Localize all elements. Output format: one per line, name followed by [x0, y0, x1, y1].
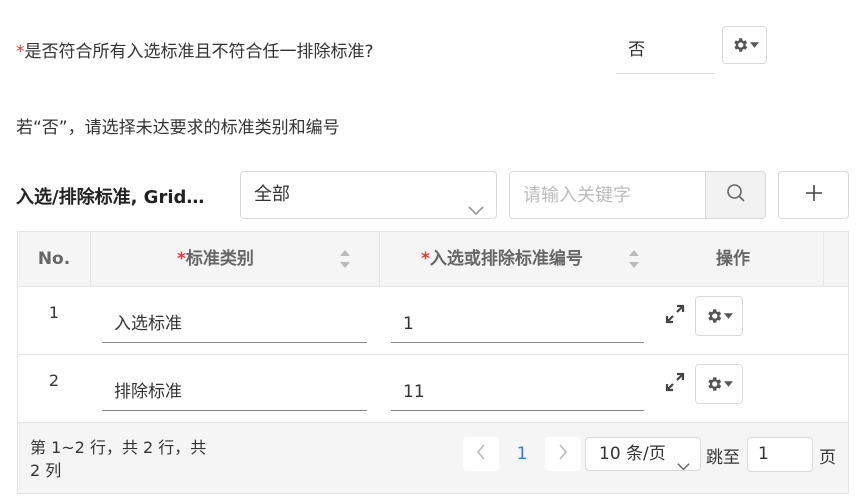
chevron-left-icon — [476, 444, 486, 464]
required-mark: * — [421, 249, 430, 269]
grid-title: 入选/排除标准, Grid… — [16, 187, 205, 208]
pagination-summary: 第 1~2 行，共 2 行，共 2 列 — [30, 438, 207, 480]
jump-page-input[interactable]: 1 — [747, 437, 813, 472]
next-page-button[interactable] — [545, 437, 581, 471]
search-input[interactable] — [510, 172, 706, 218]
row-number: 1 — [48, 303, 60, 322]
expand-icon[interactable] — [664, 303, 686, 329]
page-size-value: 10 条/页 — [599, 444, 666, 464]
expand-icon[interactable] — [664, 371, 686, 397]
gear-icon — [705, 375, 723, 393]
code-input[interactable]: 11 — [391, 371, 644, 411]
caret-down-icon — [749, 42, 759, 48]
pagination-bar: 第 1~2 行，共 2 行，共 2 列 1 10 条/页 跳至 1 页 — [18, 423, 848, 493]
caret-down-icon — [724, 381, 733, 387]
table-row: 2 排除标准 11 — [18, 355, 848, 423]
sort-icon[interactable] — [627, 248, 641, 274]
row-settings-button[interactable] — [695, 296, 743, 336]
question-answer-select[interactable]: 否 — [616, 32, 714, 74]
table-header: No. *标准类别 *入选或排除标准编号 操作 — [18, 232, 848, 287]
hint-text: 若“否”，请选择未达要求的标准类别和编号 — [16, 118, 340, 138]
add-row-button[interactable] — [778, 171, 849, 219]
column-header-category-label: 标准类别 — [185, 249, 254, 269]
chevron-down-icon — [677, 450, 690, 482]
gear-icon — [705, 307, 723, 325]
required-mark: * — [16, 42, 25, 62]
required-mark: * — [177, 249, 186, 269]
filter-select[interactable]: 全部 — [240, 171, 497, 219]
sort-icon[interactable] — [338, 248, 352, 274]
search-box — [509, 171, 766, 219]
category-select[interactable]: 入选标准 — [102, 303, 367, 343]
column-header-no: No. — [37, 249, 71, 269]
plus-icon — [804, 183, 824, 207]
column-header-category[interactable]: *标准类别 — [177, 232, 254, 286]
row-settings-button[interactable] — [695, 364, 743, 404]
column-header-code-label: 入选或排除标准编号 — [429, 249, 583, 269]
jump-unit: 页 — [819, 448, 836, 468]
chevron-down-icon — [468, 188, 484, 234]
column-header-actions: 操作 — [716, 249, 750, 269]
chevron-right-icon — [558, 444, 568, 464]
category-select[interactable]: 排除标准 — [102, 371, 367, 411]
gear-icon — [731, 36, 749, 54]
column-divider — [90, 232, 91, 287]
row-number: 2 — [48, 371, 60, 390]
criteria-table: No. *标准类别 *入选或排除标准编号 操作 1 入选标准 1 2 排除标准 … — [17, 231, 849, 494]
filter-select-value: 全部 — [254, 184, 290, 205]
caret-down-icon — [724, 313, 733, 319]
code-input[interactable]: 1 — [391, 303, 644, 343]
column-divider — [379, 232, 380, 287]
question-settings-button[interactable] — [722, 26, 767, 64]
current-page[interactable]: 1 — [504, 437, 540, 471]
prev-page-button[interactable] — [463, 437, 499, 471]
question-label: *是否符合所有入选标准且不符合任一排除标准? — [16, 37, 374, 62]
column-header-code[interactable]: *入选或排除标准编号 — [421, 232, 583, 286]
page-size-select[interactable]: 10 条/页 — [585, 437, 701, 471]
jump-label: 跳至 — [706, 448, 740, 468]
search-button[interactable] — [705, 172, 765, 218]
table-row: 1 入选标准 1 — [18, 287, 848, 355]
search-icon — [726, 183, 746, 207]
question-text: 是否符合所有入选标准且不符合任一排除标准? — [24, 42, 374, 62]
